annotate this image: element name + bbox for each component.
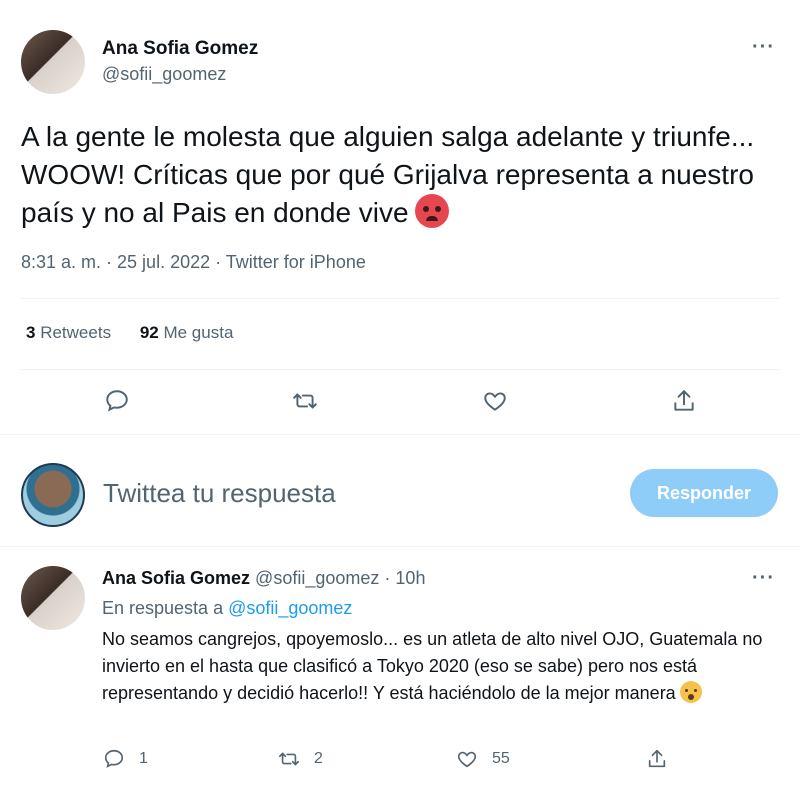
- reply-like-action[interactable]: 55: [456, 748, 510, 770]
- divider: [21, 298, 779, 299]
- reply-like-count: 55: [492, 750, 510, 767]
- likes-label: Me gusta: [163, 323, 234, 342]
- share-icon: [648, 749, 666, 768]
- reply-retweet-action[interactable]: 2: [278, 748, 323, 770]
- divider: [21, 369, 779, 370]
- retweets-count: 3: [26, 323, 36, 342]
- reply-reply-count: 1: [139, 750, 148, 767]
- divider: [0, 434, 800, 435]
- reply-author-name[interactable]: Ana Sofia Gomez: [102, 568, 250, 588]
- retweet-icon[interactable]: [290, 386, 320, 416]
- reply-reply-action[interactable]: 1: [103, 748, 148, 770]
- reply-header: Ana Sofia Gomez @sofii_goomez · 10h: [102, 568, 425, 589]
- reply-text: No seamos cangrejos, qpoyemoslo... es un…: [102, 626, 792, 707]
- tweet-text: A la gente le molesta que alguien salga …: [21, 118, 781, 232]
- author-avatar[interactable]: [21, 30, 85, 94]
- hot-face-emoji: [414, 194, 449, 228]
- reply-retweet-count: 2: [314, 750, 323, 767]
- author-name[interactable]: Ana Sofia Gomez: [102, 38, 258, 60]
- reply-input[interactable]: Twittea tu respuesta: [103, 478, 336, 509]
- in-reply-prefix: En respuesta a: [102, 598, 224, 618]
- in-reply-to: En respuesta a @sofii_goomez: [102, 598, 352, 619]
- reply-time[interactable]: 10h: [395, 568, 425, 588]
- reply-separator: ·: [384, 568, 391, 588]
- share-icon[interactable]: [669, 386, 699, 416]
- likes-stat[interactable]: 92 Me gusta: [140, 323, 234, 343]
- reply-icon: [104, 749, 124, 768]
- reply-icon[interactable]: [102, 386, 132, 416]
- tweet-meta[interactable]: 8:31 a. m. · 25 jul. 2022 · Twitter for …: [21, 252, 366, 273]
- tweet-stats: 3 Retweets 92 Me gusta: [26, 323, 257, 343]
- reply-author-handle[interactable]: @sofii_goomez: [255, 568, 379, 588]
- reply-text-content: No seamos cangrejos, qpoyemoslo... es un…: [102, 629, 763, 703]
- reply-more-options-icon[interactable]: ···: [752, 567, 775, 590]
- retweet-icon: [279, 752, 299, 766]
- divider: [0, 546, 800, 547]
- likes-count: 92: [139, 323, 159, 342]
- reply-share-action[interactable]: [646, 748, 682, 770]
- like-icon: [457, 751, 477, 768]
- retweets-label: Retweets: [40, 323, 112, 342]
- reply-author-avatar[interactable]: [21, 566, 85, 630]
- author-handle[interactable]: @sofii_goomez: [102, 64, 226, 85]
- tweet-text-content: A la gente le molesta que alguien salga …: [21, 121, 755, 228]
- in-reply-handle-link[interactable]: @sofii_goomez: [228, 598, 352, 618]
- exploding-head-emoji: [679, 681, 702, 703]
- current-user-avatar[interactable]: [21, 463, 85, 527]
- retweets-stat[interactable]: 3 Retweets: [26, 323, 111, 343]
- reply-button[interactable]: Responder: [630, 469, 778, 517]
- more-options-icon[interactable]: ···: [752, 36, 775, 59]
- like-icon[interactable]: [480, 386, 510, 416]
